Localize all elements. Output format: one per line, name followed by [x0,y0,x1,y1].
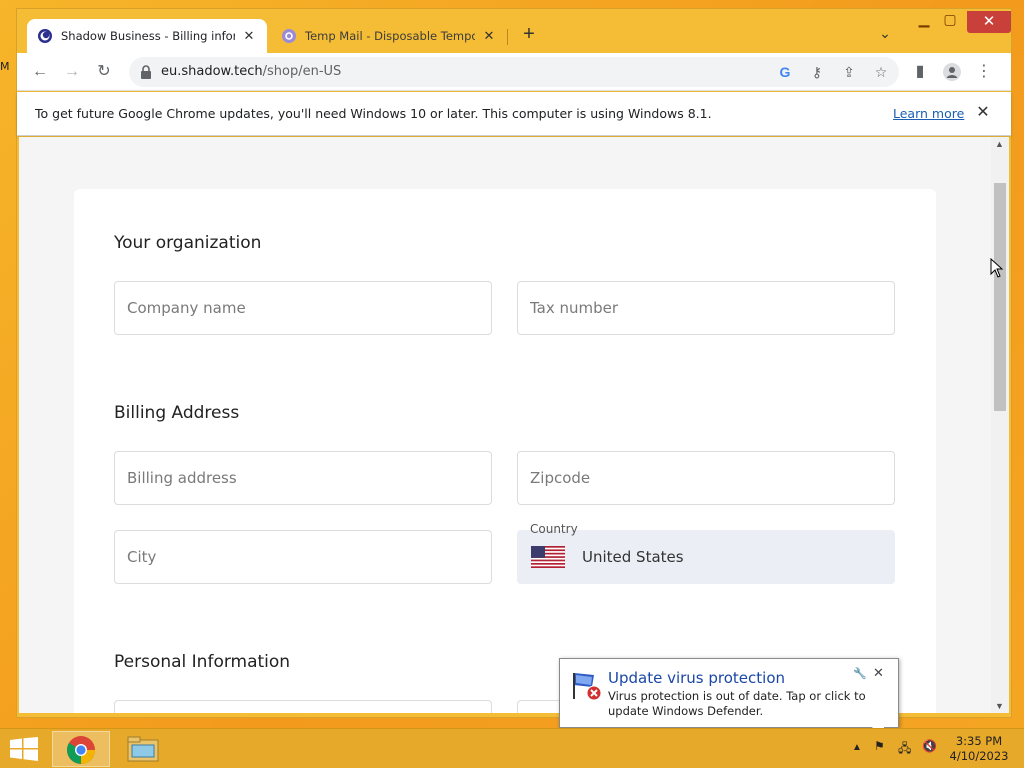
url-host: eu.shadow.tech [161,64,263,79]
company-name-field[interactable] [114,281,492,335]
lock-icon [141,65,151,79]
taskbar-chrome[interactable] [52,731,110,767]
billing-form-card: Your organization Billing Address Countr… [74,189,936,713]
mouse-cursor-icon [990,258,1004,278]
tax-number-field[interactable] [517,281,895,335]
address-bar[interactable]: eu.shadow.tech/shop/en-US G ⚷ ⇪ ☆ [129,57,899,87]
defender-flag-warning-icon [573,673,602,701]
clock-time: 3:35 PM [955,734,1003,748]
country-label: Country [530,522,578,536]
tab-title: Shadow Business - Billing inform [61,29,235,43]
tax-number-input[interactable] [518,282,894,334]
personal-field-left[interactable] [114,700,492,713]
show-hidden-icons-icon[interactable]: ▲ [852,742,862,753]
infobar-message: To get future Google Chrome updates, you… [35,106,712,121]
reload-icon[interactable]: ↻ [93,61,115,83]
tab-separator [507,29,508,45]
personal-information-heading: Personal Information [114,652,291,672]
country-select[interactable]: Country United States [517,522,895,584]
browser-toolbar: ← → ↻ eu.shadow.tech/shop/en-US G ⚷ ⇪ ☆ … [17,53,1011,91]
page-scrollbar[interactable]: ▲ ▼ [991,137,1009,713]
tab-strip: Shadow Business - Billing inform ✕ Temp … [17,9,1011,53]
update-infobar: To get future Google Chrome updates, you… [17,92,1011,136]
notification-title: Update virus protection [608,669,786,687]
close-window-icon[interactable]: ✕ [967,11,1011,33]
share-icon[interactable]: ⇪ [839,62,859,82]
country-value: United States [582,548,684,566]
tempmail-icon [282,29,296,43]
notification-close-icon[interactable]: ✕ [873,665,884,681]
shadow-icon [38,29,52,43]
learn-more-link[interactable]: Learn more [893,106,964,121]
taskbar-file-explorer[interactable] [114,731,172,767]
chrome-icon [67,736,95,764]
billing-address-input[interactable] [115,452,491,504]
more-menu-icon[interactable]: ⋮ [973,61,995,83]
city-field[interactable] [114,530,492,584]
zipcode-input[interactable] [518,452,894,504]
defender-notification[interactable]: Update virus protection Virus protection… [559,658,899,741]
back-arrow-icon[interactable]: ← [29,61,51,83]
clock[interactable]: 3:35 PM 4/10/2023 [948,734,1010,764]
url-text: eu.shadow.tech/shop/en-US [161,64,341,79]
wrench-icon[interactable]: 🔧 [853,667,867,680]
desktop-edge-text: M [0,60,10,73]
taskbar: ▲ ⚑ 🖧 🔇 3:35 PM 4/10/2023 [0,728,1024,768]
billing-address-field[interactable] [114,451,492,505]
network-icon[interactable]: 🖧 [898,739,911,760]
clock-date: 4/10/2023 [949,749,1009,763]
close-tab-icon[interactable]: ✕ [481,28,497,44]
us-flag-icon [531,546,565,568]
key-icon[interactable]: ⚷ [807,62,827,82]
zipcode-field[interactable] [517,451,895,505]
page-viewport: Your organization Billing Address Countr… [19,137,991,713]
billing-address-heading: Billing Address [114,403,240,423]
tab-temp-mail[interactable]: Temp Mail - Disposable Tempora ✕ [271,19,507,53]
bookmark-star-icon[interactable]: ☆ [871,62,891,82]
file-explorer-icon [127,736,159,762]
scroll-up-arrow-icon[interactable]: ▲ [995,139,1004,149]
infobar-close-icon[interactable]: ✕ [973,102,993,122]
tab-title: Temp Mail - Disposable Tempora [305,29,475,43]
tab-search-chevron-icon[interactable]: ⌄ [873,25,897,45]
organization-heading: Your organization [114,233,262,253]
city-input[interactable] [115,531,491,583]
scroll-thumb[interactable] [994,183,1006,411]
close-tab-icon[interactable]: ✕ [241,28,257,44]
tab-shadow-business[interactable]: Shadow Business - Billing inform ✕ [27,19,267,53]
maximize-icon[interactable]: ▢ [935,11,965,33]
profile-avatar-icon[interactable] [941,61,963,83]
new-tab-plus-icon[interactable]: + [517,23,541,47]
defender-tray-icon[interactable]: ⚑ [874,739,885,753]
company-name-input[interactable] [115,282,491,334]
google-icon[interactable]: G [775,62,795,82]
url-path: /shop/en-US [262,64,342,79]
windows-start-icon[interactable] [10,737,38,761]
notification-body: Virus protection is out of date. Tap or … [608,689,866,718]
side-panel-icon[interactable]: ▮ [909,61,931,83]
volume-muted-icon[interactable]: 🔇 [922,739,937,753]
forward-arrow-icon[interactable]: → [61,61,83,83]
browser-window: Shadow Business - Billing inform ✕ Temp … [16,8,1012,718]
scroll-down-arrow-icon[interactable]: ▼ [995,701,1004,711]
